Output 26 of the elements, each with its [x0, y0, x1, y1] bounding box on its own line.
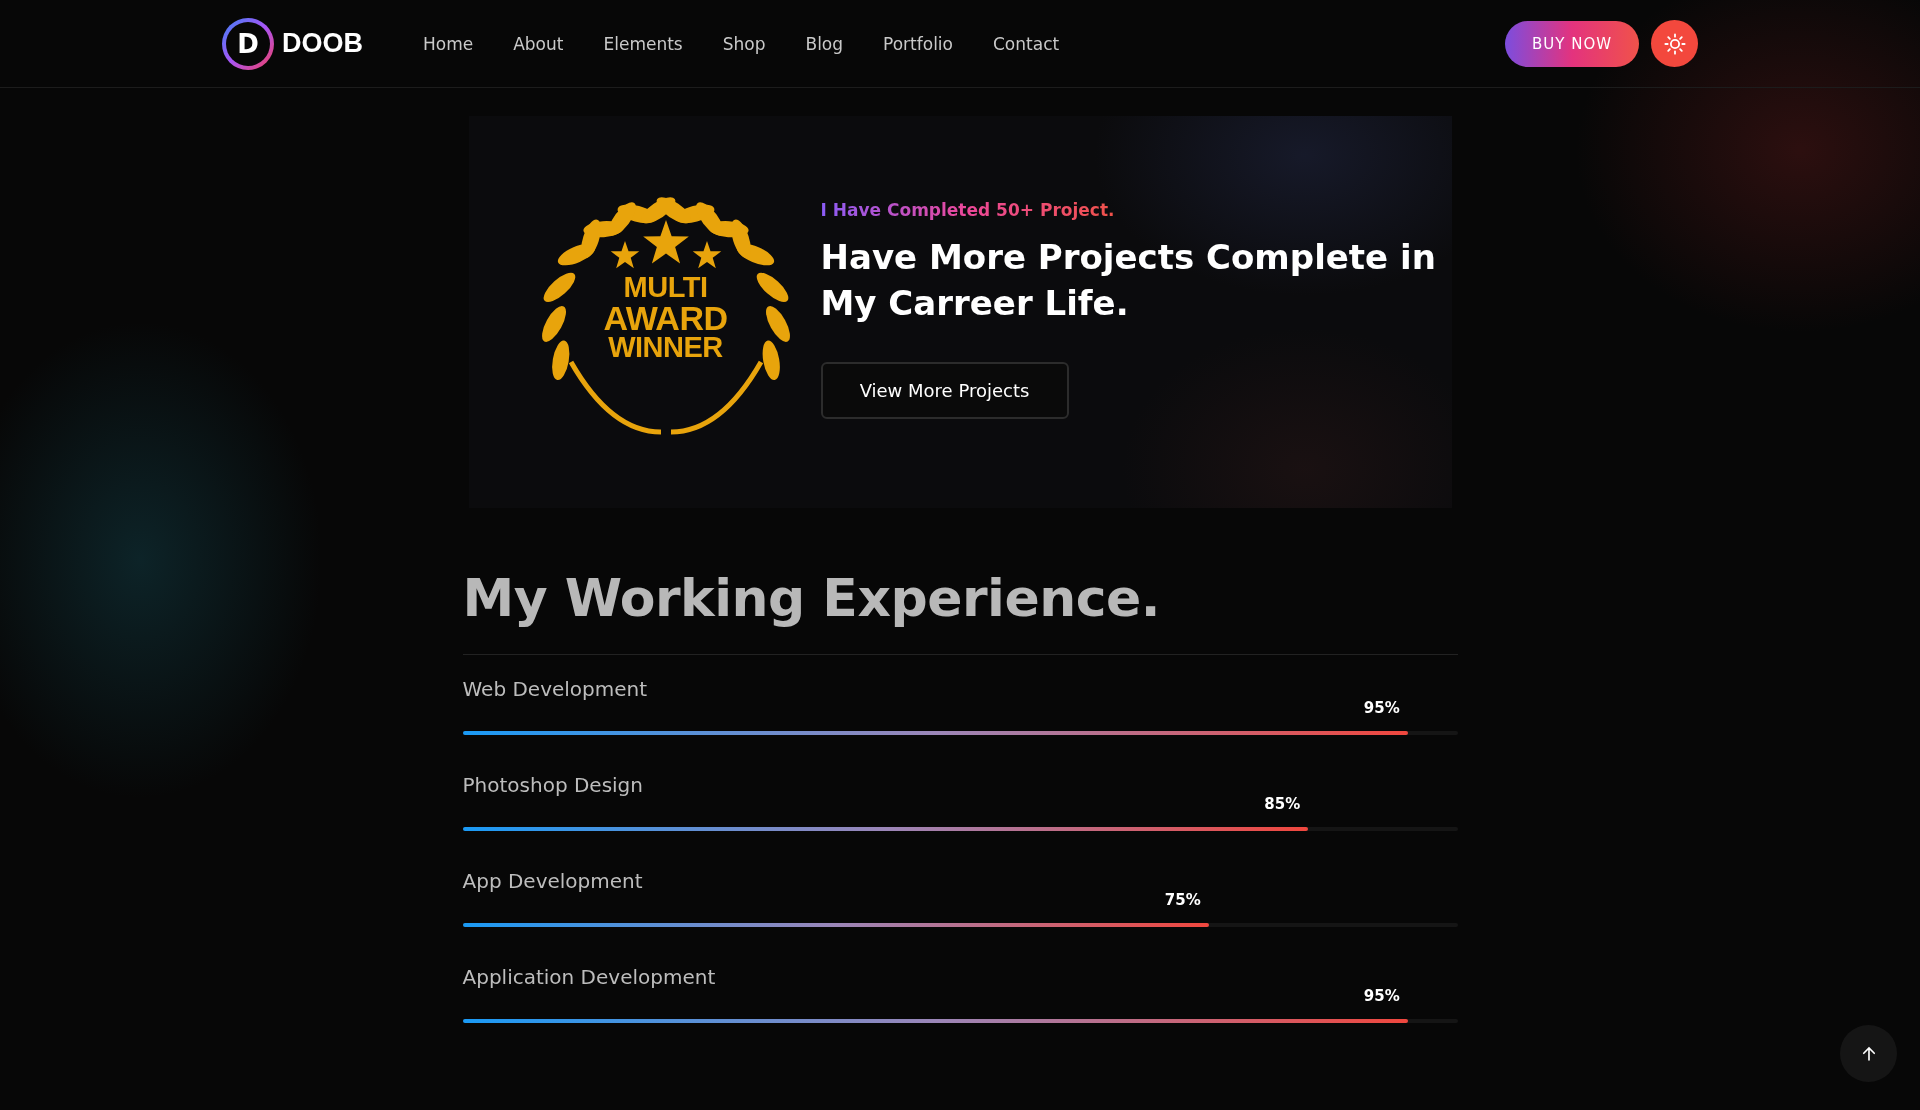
logo-text[interactable]: DOOB [282, 28, 363, 59]
view-projects-button[interactable]: View More Projects [820, 362, 1069, 419]
skill-percent: 95% [1363, 987, 1400, 1005]
section-title: My Working Experience. [462, 568, 1162, 628]
skill-percent: 95% [1363, 699, 1400, 717]
sun-icon [1663, 32, 1686, 55]
nav-link[interactable]: Shop [702, 33, 786, 54]
skill-name: Web Development [462, 677, 649, 701]
skill-name: Photoshop Design [462, 773, 644, 797]
skill-percent: 75% [1164, 891, 1201, 909]
skill-name: Application Development [462, 965, 717, 989]
award-badge-text: AWARD [603, 301, 728, 334]
nav-link[interactable]: Blog [785, 33, 864, 54]
skill-name: App Development [462, 869, 644, 893]
nav-link[interactable]: Elements [583, 33, 703, 54]
buy-now-button[interactable]: BUY NOW [1505, 20, 1639, 67]
nav-link[interactable]: Contact [973, 33, 1080, 54]
award-badge-text: WINNER [608, 333, 723, 362]
nav-link[interactable]: Portfolio [863, 33, 973, 54]
award-badge-text: MULTI [623, 274, 708, 302]
award-title: Have More Projects Complete in My Carreer Life. [820, 236, 1437, 325]
nav-link[interactable]: Home [403, 33, 494, 54]
award-subtitle: I Have Completed 50+ Project. [820, 200, 1115, 220]
theme-toggle-button[interactable] [1651, 20, 1698, 67]
nav-link[interactable]: About [493, 33, 584, 54]
skill-percent: 85% [1264, 795, 1301, 813]
